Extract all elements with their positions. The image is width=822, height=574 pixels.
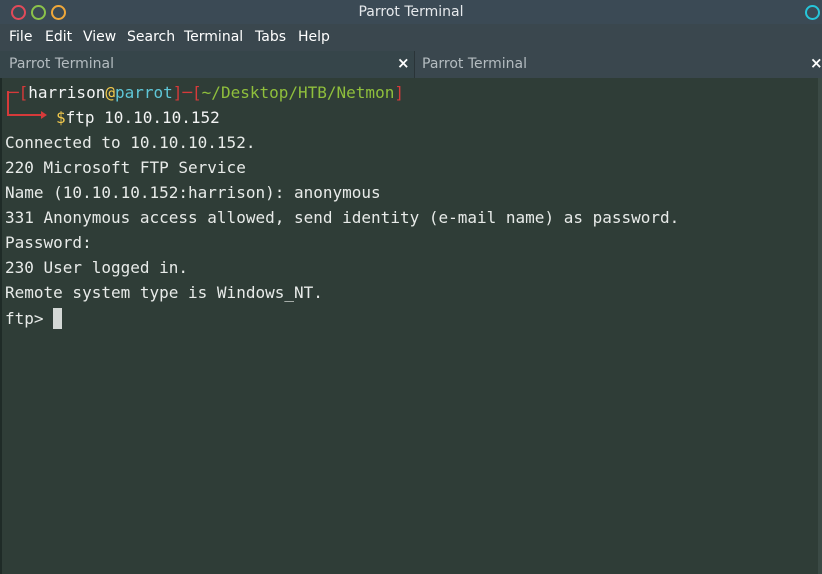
ftp-prompt-line: ftp> [5,308,63,329]
output-line: 331 Anonymous access allowed, send ident… [5,208,680,227]
tab-label: Parrot Terminal [9,56,115,72]
prompt-line-1: ─[harrison@parrot]─[~/Desktop/HTB/Netmon… [9,83,404,103]
prompt-path: ~/Desktop/HTB/Netmon [201,83,395,102]
menu-tabs[interactable]: Tabs [255,29,286,46]
tab-bar: Parrot Terminal × Parrot Terminal × [0,51,822,78]
prompt-separator: ]─[ [172,83,202,102]
terminal-output-area[interactable]: ─[harrison@parrot]─[~/Desktop/HTB/Netmon… [0,78,822,574]
menu-search[interactable]: Search [127,29,175,46]
menu-help[interactable]: Help [298,29,330,46]
output-line: 220 Microsoft FTP Service [5,158,246,177]
prompt-arrow-icon [41,111,47,119]
prompt-bracket-horizontal [7,114,43,116]
prompt-dash-open: ─[ [9,83,29,102]
menu-file[interactable]: File [9,29,32,46]
menu-edit[interactable]: Edit [45,29,72,46]
prompt-host: parrot [114,83,173,102]
menu-view[interactable]: View [83,29,116,46]
terminal-window: Parrot Terminal File Edit View Search Te… [0,0,822,574]
text-cursor [53,308,63,329]
tab-close-icon[interactable]: × [810,55,822,72]
command-text: ftp 10.10.10.152 [65,108,220,127]
output-line: Password: [5,233,92,252]
tab-close-icon[interactable]: × [397,55,410,72]
output-line: Connected to 10.10.10.152. [5,133,256,152]
prompt-line-2: $ftp 10.10.10.152 [56,108,220,128]
prompt-close: ] [394,83,404,102]
terminal-scrollbar[interactable] [818,78,822,574]
window-menu-icon[interactable] [805,5,820,20]
tab-terminal-2[interactable]: Parrot Terminal × [415,51,822,78]
tab-label: Parrot Terminal [422,56,528,72]
prompt-dollar: $ [56,108,66,127]
menu-terminal[interactable]: Terminal [184,29,243,46]
window-title: Parrot Terminal [358,4,464,20]
title-bar[interactable]: Parrot Terminal [0,0,822,24]
prompt-at: @ [105,83,115,102]
output-line: 230 User logged in. [5,258,189,277]
menu-bar: File Edit View Search Terminal Tabs Help [0,24,822,51]
output-line: Remote system type is Windows_NT. [5,283,323,302]
prompt-user: harrison [28,83,106,102]
output-line: Name (10.10.10.152:harrison): anonymous [5,183,381,202]
tab-terminal-1[interactable]: Parrot Terminal × [0,51,414,78]
ftp-prompt: ftp> [5,309,54,328]
